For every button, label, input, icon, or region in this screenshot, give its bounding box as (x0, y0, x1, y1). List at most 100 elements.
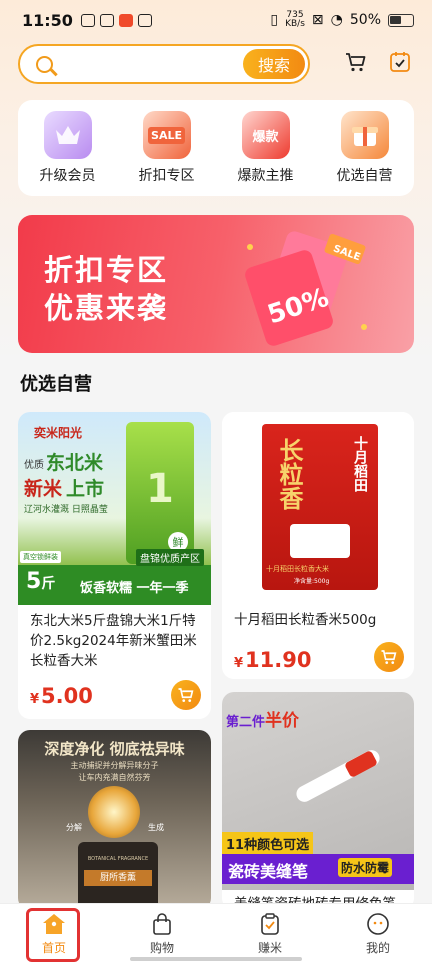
sim-icon: ⊠ (311, 12, 324, 28)
notification-icon (118, 13, 133, 27)
rice-bag: 1 鲜 (126, 422, 194, 564)
banner-title: 折扣专区 (44, 253, 169, 287)
speed-unit: KB/s (285, 19, 305, 29)
banner-subtitle: 优惠来袭 (44, 291, 169, 325)
product-image: 深度净化 彻底祛异味 主动捕捉并分解异味分子 让车内充满自然芬芳 分解 生成 厨… (18, 730, 211, 910)
image-text: 长粒香 (275, 438, 303, 510)
tab-earn[interactable]: 赚米 (216, 904, 324, 964)
image-brand: 奕米阳光 (34, 426, 83, 440)
notification-icon (80, 13, 95, 27)
image-text: BOTANICAL FRAGRANCE (87, 856, 149, 862)
search-icon (36, 55, 53, 73)
pen-illustration (296, 750, 380, 802)
notification-icon (137, 13, 152, 27)
image-text: 生成 (148, 823, 164, 832)
image-footer: 瓷砖美缝笔 防水防霉 (222, 854, 414, 884)
cart-icon (381, 650, 397, 664)
price-value: 5.00 (41, 684, 93, 708)
section-title: 优选自营 (20, 374, 92, 395)
tab-profile[interactable]: 我的 (324, 904, 432, 964)
add-to-cart-button[interactable] (374, 642, 404, 672)
image-text: 东北米 (46, 452, 104, 474)
quick-item-label: 爆款主推 (237, 168, 294, 184)
checkin-icon[interactable] (388, 50, 412, 74)
product-image: 奕米阳光 优质 东北米 新米 上市 辽河水灌溉 日照晶莹 1 鲜 真空锁鲜装 5… (18, 412, 211, 605)
cart-icon[interactable] (344, 50, 368, 74)
image-text: 斤 (41, 576, 56, 592)
orb (88, 786, 140, 838)
battery-icon (388, 13, 414, 27)
image-footer: 真空锁鲜装 5斤 盘锦优质产区 饭香软糯 一年一季 (18, 549, 211, 605)
battery-text: 50% (349, 12, 381, 28)
image-text: 真空锁鲜装 (20, 551, 61, 563)
tab-home[interactable]: 首页 (0, 904, 108, 964)
product-card[interactable]: 奕米阳光 优质 东北米 新米 上市 辽河水灌溉 日照晶莹 1 鲜 真空锁鲜装 5… (18, 412, 211, 719)
discount-banner[interactable]: 折扣专区 优惠来袭 SALE 50% (18, 215, 414, 353)
image-text: 半价 (265, 711, 300, 731)
status-right: ▯ 735 KB/s ⊠ ◔ 50% (270, 11, 414, 29)
image-text: 盘锦优质产区 (136, 549, 204, 566)
product-image: 长粒香 十月稻田 十月稻田长粒香大米 净含量:500g (222, 412, 414, 602)
product-image: 第二件半价 11种颜色可选 瓷砖美缝笔 防水防霉 (222, 692, 414, 890)
status-bar: 11:50 ▯ 735 KB/s ⊠ ◔ 50% (0, 0, 432, 40)
product-price: ¥11.90 (234, 648, 311, 672)
price-value: 11.90 (245, 648, 312, 672)
jar: 厨所香薰 BOTANICAL FRAGRANCE (78, 842, 158, 910)
image-text: 5 (26, 569, 42, 594)
image-text: 瓷砖美缝笔 (228, 862, 309, 881)
status-time: 11:50 (22, 10, 73, 30)
sale-badge-text: SALE (148, 126, 185, 144)
bag-icon (153, 913, 171, 935)
quick-item-label: 折扣专区 (138, 168, 195, 184)
image-text: 十月稻田 (352, 436, 368, 492)
search-button[interactable]: 搜索 (243, 49, 305, 79)
image-text: 11种颜色可选 (222, 832, 314, 855)
tab-label: 赚米 (257, 941, 282, 955)
price-currency: ¥ (234, 656, 244, 671)
image-text: 厨所香薰 (84, 870, 152, 886)
product-name: 东北大米5斤盘锦大米1斤特价2.5kg2024年新米蟹田米长粒香大米 (30, 613, 197, 669)
search-row: 搜索 (18, 44, 418, 84)
image-text: 辽河水灌溉 日照晶莹 (24, 505, 108, 515)
image-text: 饭香软糯 一年一季 (80, 581, 189, 596)
add-to-cart-button[interactable] (171, 680, 201, 710)
profile-icon (367, 913, 389, 935)
network-speed: 735 KB/s (285, 11, 305, 29)
quick-item-label: 优选自营 (336, 168, 393, 184)
rice-pack: 长粒香 十月稻田 十月稻田长粒香大米 净含量:500g (262, 424, 378, 590)
task-icon (261, 913, 279, 935)
image-text: 净含量:500g (294, 578, 330, 585)
sale-ticket-illustration: SALE 50% (245, 231, 367, 346)
image-text: 主动捕捉并分解异味分子 (70, 761, 159, 770)
image-text: 防水防霉 (338, 858, 393, 877)
hot-icon: 爆款 (241, 111, 290, 159)
tab-shopping[interactable]: 购物 (108, 904, 216, 964)
image-text: 分解 (66, 823, 82, 832)
quick-item-selected[interactable]: 优选自营 (325, 111, 405, 185)
quick-menu: 升级会员 SALE 折扣专区 爆款 爆款主推 优选自营 (18, 100, 414, 196)
notification-icon (99, 13, 114, 27)
cart-icon (178, 688, 194, 702)
tab-label: 购物 (149, 941, 174, 955)
product-card[interactable]: 深度净化 彻底祛异味 主动捕捉并分解异味分子 让车内充满自然芬芳 分解 生成 厨… (18, 730, 211, 910)
quick-item-discount[interactable]: SALE 折扣专区 (127, 111, 207, 185)
search-box[interactable]: 搜索 (18, 44, 310, 84)
home-indicator[interactable] (130, 957, 302, 961)
hot-badge-text: 爆款 (252, 129, 279, 145)
image-text: 让车内充满自然芬芳 (78, 773, 151, 782)
gift-icon (340, 111, 389, 159)
product-price: ¥5.00 (30, 684, 93, 708)
sale-icon: SALE (142, 111, 191, 159)
product-card[interactable]: 第二件半价 11种颜色可选 瓷砖美缝笔 防水防霉 美缝笔瓷砖地砖专用修色笔 (222, 692, 414, 910)
quick-item-member[interactable]: 升级会员 (28, 111, 108, 185)
crown-icon (43, 111, 92, 159)
image-text: 深度净化 彻底祛异味 (44, 740, 185, 758)
image-text: 第二件 (226, 715, 266, 730)
product-card[interactable]: 长粒香 十月稻田 十月稻田长粒香大米 净含量:500g 十月稻田长粒香米500g… (222, 412, 414, 679)
quick-item-hot[interactable]: 爆款 爆款主推 (226, 111, 306, 185)
product-name: 十月稻田长粒香米500g (234, 612, 377, 628)
wifi-icon: ◔ (330, 12, 343, 28)
price-currency: ¥ (30, 692, 40, 707)
tab-label: 我的 (365, 941, 390, 955)
tab-highlight-frame (26, 908, 80, 962)
